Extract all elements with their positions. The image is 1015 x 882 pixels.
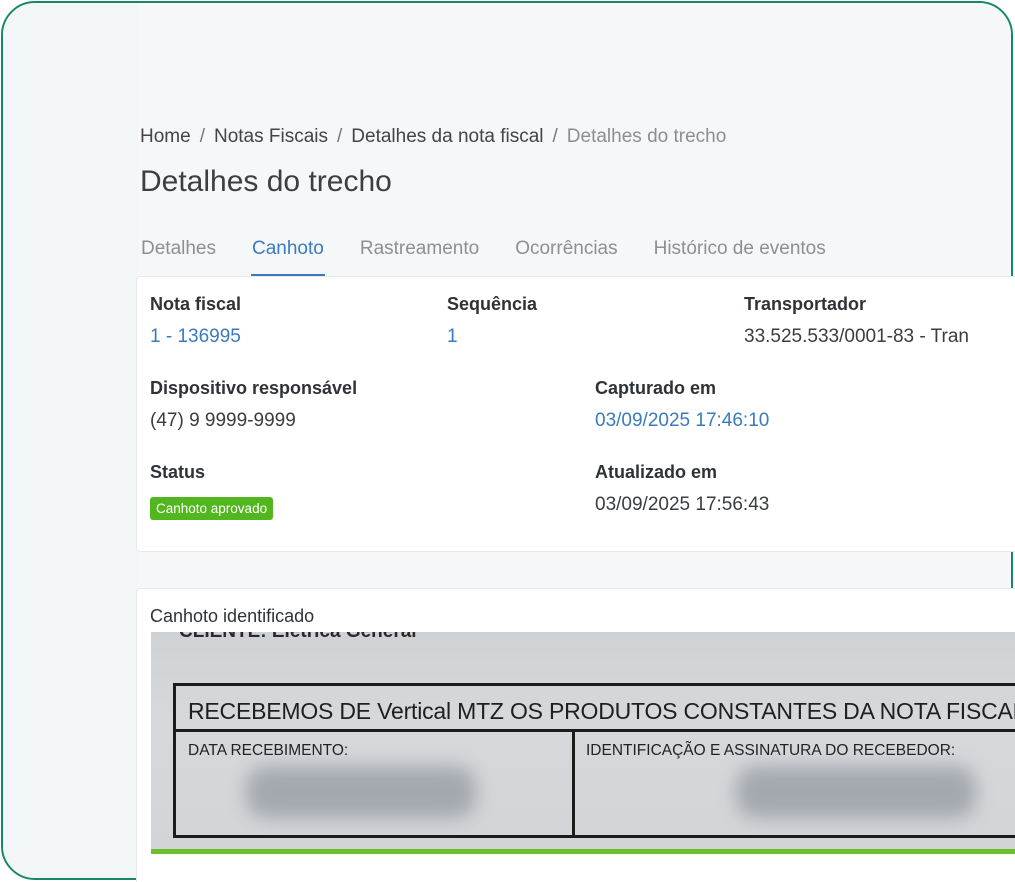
- tab-bar: Detalhes Canhoto Rastreamento Ocorrência…: [140, 236, 827, 278]
- tab-detalhes[interactable]: Detalhes: [140, 236, 217, 276]
- page-margin: [3, 3, 138, 878]
- transportador-label: Transportador: [744, 294, 867, 314]
- transportador-value: 33.525.533/0001-83 - Tran: [744, 326, 970, 347]
- canhoto-title: Canhoto identificado: [150, 606, 315, 626]
- nota-fiscal-label: Nota fiscal: [150, 294, 242, 314]
- page-title: Detalhes do trecho: [140, 165, 392, 198]
- tab-ocorrencias[interactable]: Ocorrências: [514, 236, 618, 276]
- breadcrumb-detalhes-nota[interactable]: Detalhes da nota fiscal: [351, 126, 543, 147]
- capturado-link[interactable]: 03/09/2025 17:46:10: [595, 410, 769, 432]
- breadcrumb-current: Detalhes do trecho: [566, 126, 727, 147]
- dispositivo-label: Dispositivo responsável: [150, 378, 358, 398]
- scan-header-row: RECEBEMOS DE Vertical MTZ OS PRODUTOS CO…: [176, 686, 1015, 732]
- breadcrumb-separator: /: [199, 126, 205, 147]
- nota-fiscal-link[interactable]: 1 - 136995: [150, 326, 241, 348]
- scan-column-divider: [572, 732, 575, 838]
- scan-header-text: RECEBEMOS DE Vertical MTZ OS PRODUTOS CO…: [188, 698, 1015, 724]
- status-badge: Canhoto aprovado: [150, 497, 274, 520]
- blurred-signature: [736, 766, 976, 818]
- canhoto-image-status-bar: [151, 849, 1015, 854]
- breadcrumb-notas-fiscais[interactable]: Notas Fiscais: [214, 126, 328, 147]
- capturado-label: Capturado em: [595, 378, 717, 398]
- sequencia-label: Sequência: [447, 294, 538, 314]
- tab-historico-eventos[interactable]: Histórico de eventos: [653, 236, 827, 276]
- scan-form-box: RECEBEMOS DE Vertical MTZ OS PRODUTOS CO…: [173, 683, 1015, 838]
- scan-assinatura-label: IDENTIFICAÇÃO E ASSINATURA DO RECEBEDOR:: [586, 742, 956, 759]
- status-label: Status: [150, 462, 206, 482]
- tab-canhoto[interactable]: Canhoto: [251, 236, 325, 276]
- atualizado-label: Atualizado em: [595, 462, 718, 482]
- sequencia-link[interactable]: 1: [447, 326, 458, 348]
- tab-rastreamento[interactable]: Rastreamento: [359, 236, 480, 276]
- breadcrumb-separator: /: [552, 126, 558, 147]
- blurred-date: [246, 766, 476, 818]
- breadcrumb-separator: /: [337, 126, 343, 147]
- breadcrumb: Home / Notas Fiscais / Detalhes da nota fisc…: [140, 126, 726, 148]
- canhoto-image[interactable]: CLIENTE: Eletrica General RECEBEMOS DE V…: [151, 632, 1015, 850]
- scan-client-line: CLIENTE: Eletrica General: [179, 632, 417, 643]
- scan-data-label: DATA RECEBIMENTO:: [188, 742, 349, 759]
- atualizado-value: 03/09/2025 17:56:43: [595, 494, 770, 515]
- breadcrumb-home[interactable]: Home: [140, 126, 191, 147]
- dispositivo-value: (47) 9 9999-9999: [150, 410, 296, 431]
